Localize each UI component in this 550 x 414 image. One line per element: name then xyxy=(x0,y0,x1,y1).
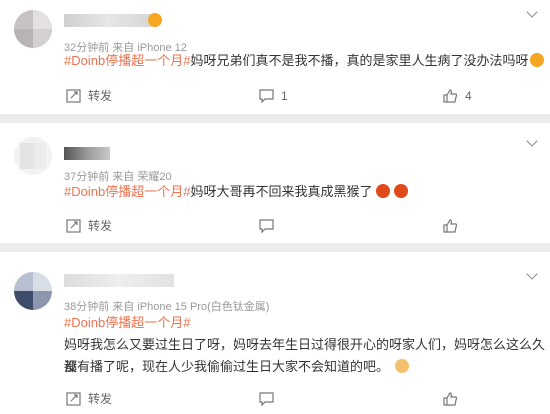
comment-icon xyxy=(259,219,274,233)
post-text: #Doinb停播超一个月#妈呀兄弟们真不是我不播，真的是家里人生病了没办法吗呀 xyxy=(64,50,545,72)
avatar[interactable] xyxy=(14,272,52,310)
angry-emoji-icon xyxy=(394,184,409,198)
avatar[interactable] xyxy=(14,10,52,48)
forward-icon xyxy=(66,219,81,233)
thumbs-up-icon xyxy=(443,89,458,103)
username-blurred[interactable] xyxy=(64,14,152,27)
action-bar: 转发 xyxy=(0,389,550,409)
vip-badge-icon xyxy=(148,13,162,27)
chevron-down-icon[interactable] xyxy=(526,268,538,280)
hashtag-link[interactable]: #Doinb停播超一个月# xyxy=(64,315,190,330)
angry-emoji-icon xyxy=(376,184,391,198)
comment-icon xyxy=(259,392,274,406)
cute-emoji-icon xyxy=(395,359,410,373)
comment-card-2: 37分钟前 来自 荣耀20 #Doinb停播超一个月#妈呀大哥再不回来我真成黑猴… xyxy=(0,123,550,243)
forward-label: 转发 xyxy=(88,392,113,406)
hashtag-link[interactable]: #Doinb停播超一个月# xyxy=(64,53,190,68)
action-bar: 转发 xyxy=(0,216,550,236)
post-text: #Doinb停播超一个月#妈呀大哥再不回来我真成黑猴了 xyxy=(64,181,409,203)
laughing-emoji-icon xyxy=(530,53,545,67)
like-count: 4 xyxy=(465,89,472,103)
post-text-line-2: 没有播了呢，现在人少我偷偷过生日大家不会知道的吧。 xyxy=(64,356,410,378)
avatar[interactable] xyxy=(14,137,52,175)
chevron-down-icon[interactable] xyxy=(526,6,538,18)
thumbs-up-icon xyxy=(443,392,458,406)
comment-card-1: 32分钟前 来自 iPhone 12 #Doinb停播超一个月#妈呀兄弟们真不是… xyxy=(0,0,550,114)
chevron-down-icon[interactable] xyxy=(526,135,538,147)
username-blurred[interactable] xyxy=(64,147,110,160)
comment-card-3: 38分钟前 来自 iPhone 15 Pro(白色钛金属) #Doinb停播超一… xyxy=(0,252,550,414)
post-body-line-2: 没有播了呢，现在人少我偷偷过生日大家不会知道的吧。 xyxy=(64,359,390,374)
hashtag-link[interactable]: #Doinb停播超一个月# xyxy=(64,184,190,199)
forward-icon xyxy=(66,392,81,406)
forward-label: 转发 xyxy=(88,89,113,103)
comment-count: 1 xyxy=(281,89,288,103)
forward-icon xyxy=(66,89,81,103)
post-body: 妈呀兄弟们真不是我不播，真的是家里人生病了没办法吗呀 xyxy=(190,53,529,68)
action-bar: 转发 1 4 xyxy=(0,86,550,106)
post-hashtag-line: #Doinb停播超一个月# xyxy=(64,312,190,334)
thumbs-up-icon xyxy=(443,219,458,233)
username-blurred[interactable] xyxy=(64,274,174,287)
comment-icon xyxy=(259,89,274,103)
forward-label: 转发 xyxy=(88,219,113,233)
post-body: 妈呀大哥再不回来我真成黑猴了 xyxy=(190,184,373,199)
